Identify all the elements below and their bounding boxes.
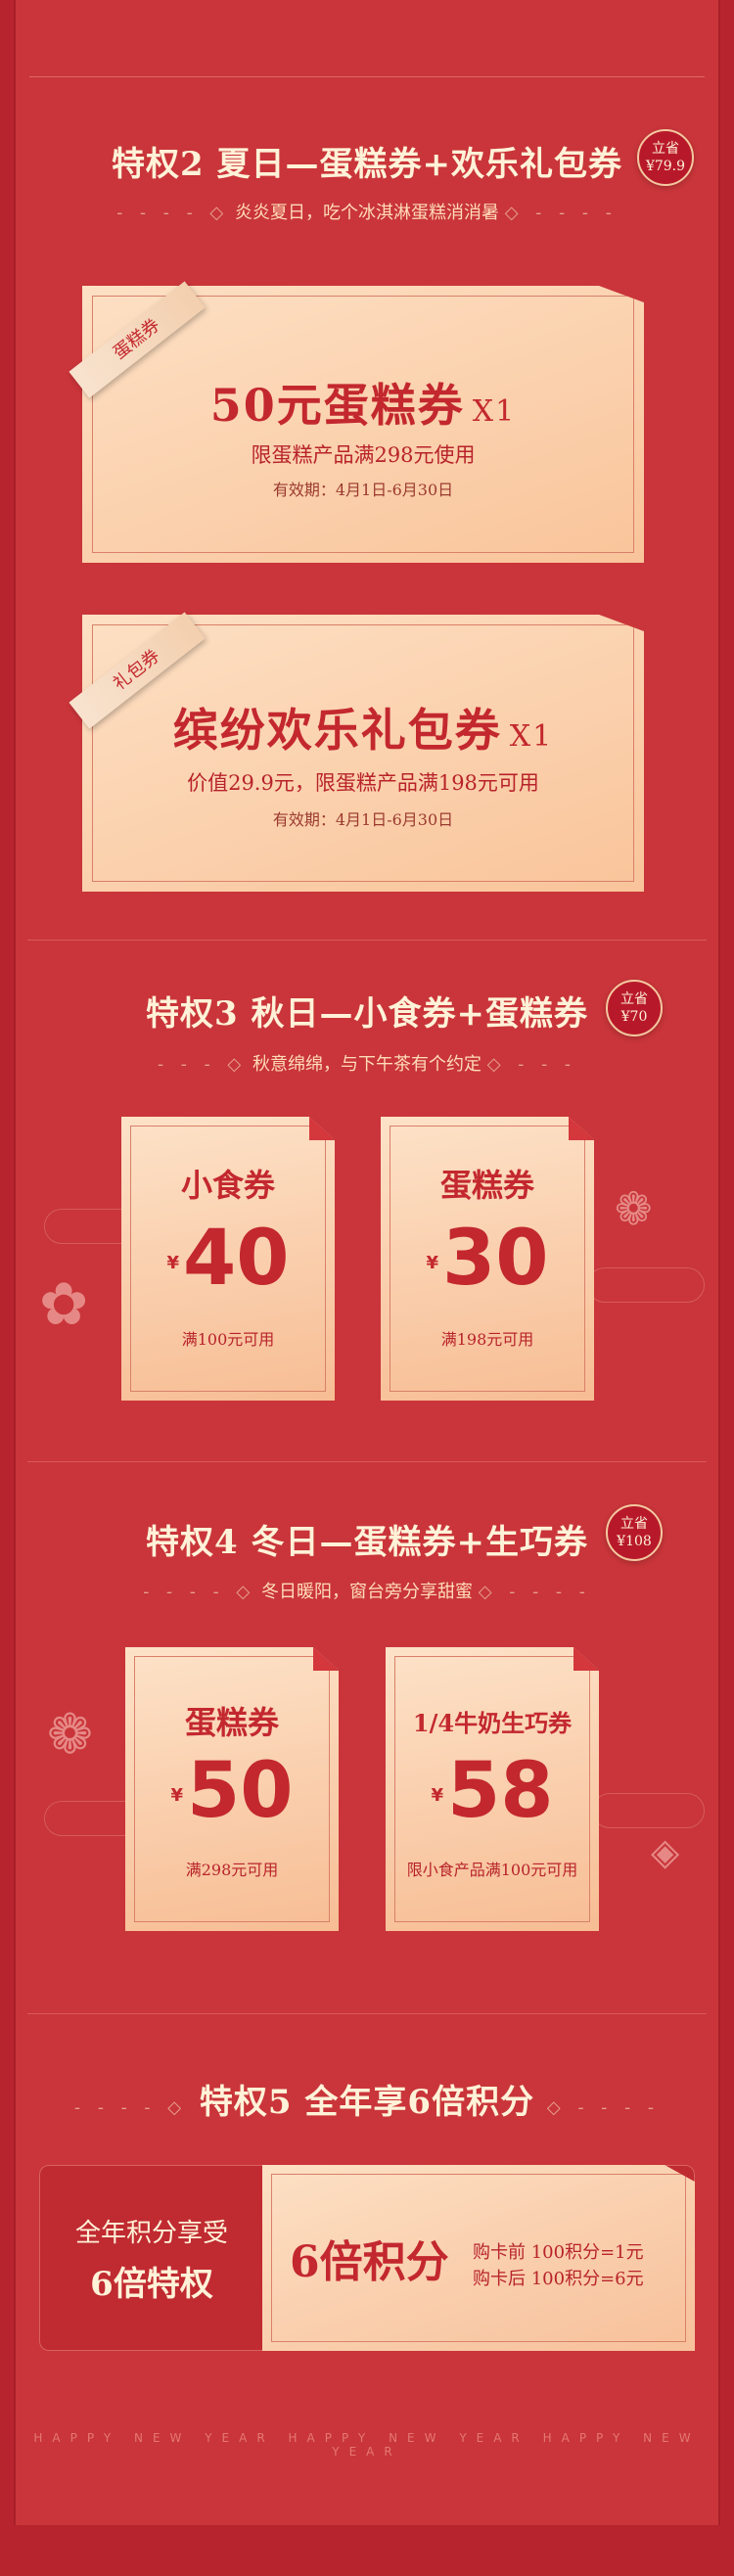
- dash-right: ◇ - - -: [486, 1054, 576, 1075]
- coupon-amount: ¥30: [381, 1215, 594, 1303]
- p2-subtitle-text: 炎炎夏日，吃个冰淇淋蛋糕消消暑: [235, 203, 499, 223]
- p4-subtitle: - - - - ◇ 冬日暖阳，窗台旁分享甜蜜 ◇ - - - -: [0, 1578, 734, 1603]
- dash-right: ◇ - - - -: [504, 203, 618, 223]
- ticket-qty: X1: [509, 719, 554, 754]
- ticket-condition: 价值29.9元，限蛋糕产品满198元可用: [187, 771, 539, 795]
- badge-value: ¥70: [620, 1009, 648, 1025]
- amount-value: 40: [182, 1215, 290, 1303]
- footer-text: HAPPY NEW YEAR HAPPY NEW YEAR HAPPY NEW …: [33, 2431, 701, 2459]
- p3-savings-badge: 立省 ¥70: [606, 980, 663, 1036]
- coupon-condition: 满198元可用: [440, 1330, 534, 1349]
- section-divider: [27, 1461, 707, 1462]
- cloud-decoration: [587, 1267, 705, 1303]
- p4-subtitle-text: 冬日暖阳，窗台旁分享甜蜜: [261, 1582, 473, 1602]
- section-divider: [27, 2013, 707, 2014]
- badge-value: ¥79.9: [645, 159, 686, 174]
- points-panel: 6倍积分 购卡前 100积分=1元 购卡后 100积分=6元: [262, 2165, 695, 2351]
- points-left-text: 全年积分享受 6倍特权: [40, 2213, 263, 2305]
- ticket-name: 缤纷欢乐礼包券 X1: [82, 695, 644, 759]
- yen-sign: ¥: [170, 1785, 183, 1807]
- cloud-decoration: [592, 1793, 705, 1828]
- dash-left: - - - - ◇: [74, 2097, 188, 2118]
- truffle-voucher-card[interactable]: 1/4牛奶生巧券 ¥58 限小食产品满100元可用: [386, 1647, 599, 1931]
- p3-subtitle-text: 秋意绵绵，与下午茶有个约定: [252, 1054, 482, 1075]
- diamond-coin-icon: ◈: [651, 1830, 680, 1873]
- badge-label: 立省: [652, 141, 679, 157]
- coupon-condition: 满298元可用: [185, 1861, 279, 1879]
- coupon-amount: ¥58: [386, 1747, 599, 1835]
- yen-sign: ¥: [431, 1785, 443, 1807]
- coupon-name: 1/4牛奶生巧券: [412, 1709, 573, 1737]
- ticket-validity: 有效期：4月1日-6月30日: [272, 481, 454, 499]
- amount-value: 30: [441, 1215, 549, 1303]
- p2-subtitle: - - - - ◇ 炎炎夏日，吃个冰淇淋蛋糕消消暑 ◇ - - - -: [0, 199, 734, 224]
- points-left-line2: 6倍特权: [90, 2265, 213, 2304]
- coupon-name: 蛋糕券: [439, 1167, 534, 1204]
- p5-title-text: 特权5 全年享6倍积分: [199, 2083, 535, 2122]
- points-rule-2: 购卡后 100积分=6元: [473, 2269, 644, 2289]
- p2-savings-badge: 立省 ¥79.9: [637, 129, 694, 186]
- coupon-name: 小食券: [180, 1167, 275, 1204]
- snack-voucher-card[interactable]: 小食券 ¥40 满100元可用: [121, 1117, 335, 1401]
- plum-flower-icon: ✿: [39, 1270, 89, 1339]
- ticket-validity: 有效期：4月1日-6月30日: [272, 810, 454, 829]
- points-rule-1: 购卡前 100积分=1元: [473, 2242, 644, 2263]
- coupon-name: 蛋糕券: [184, 1704, 279, 1741]
- dash-left: - - - - ◇: [116, 203, 230, 223]
- p5-title: - - - - ◇ 特权5 全年享6倍积分 ◇ - - - -: [0, 2075, 734, 2123]
- coupon-amount: ¥40: [121, 1215, 335, 1303]
- ticket-name-text: 50元蛋糕券: [209, 379, 465, 432]
- section-top-border: [29, 76, 705, 77]
- p4-savings-badge: 立省 ¥108: [606, 1504, 663, 1561]
- points-big-text: 6倍积分: [290, 2237, 449, 2287]
- ticket-condition: 限蛋糕产品满298元使用: [251, 443, 476, 467]
- p3-subtitle: - - - ◇ 秋意绵绵，与下午茶有个约定 ◇ - - -: [0, 1050, 734, 1076]
- flower-icon: ❁: [47, 1703, 93, 1767]
- cake-voucher-card[interactable]: 蛋糕券 ¥30 满198元可用: [381, 1117, 594, 1401]
- yen-sign: ¥: [166, 1253, 179, 1274]
- badge-label: 立省: [620, 991, 648, 1007]
- amount-value: 50: [186, 1747, 294, 1835]
- cake-voucher-card[interactable]: 蛋糕券 ¥50 满298元可用: [125, 1647, 339, 1931]
- dash-right: ◇ - - - -: [546, 2097, 660, 2118]
- coupon-condition: 限小食产品满100元可用: [406, 1861, 578, 1879]
- yen-sign: ¥: [426, 1253, 438, 1274]
- badge-label: 立省: [620, 1516, 648, 1532]
- p2-title: 特权2 夏日—蛋糕券+欢乐礼包券: [112, 145, 622, 184]
- amount-value: 58: [446, 1747, 554, 1835]
- dash-right: ◇ - - - -: [478, 1582, 591, 1602]
- ticket-qty: X1: [472, 394, 517, 429]
- section-divider: [27, 940, 707, 941]
- points-left-line1: 全年积分享受: [74, 2219, 228, 2248]
- dash-left: - - - - ◇: [143, 1582, 256, 1602]
- coupon-condition: 满100元可用: [181, 1330, 275, 1349]
- dash-left: - - - ◇: [158, 1054, 248, 1075]
- flower-icon: ❁: [615, 1182, 653, 1235]
- ticket-name-text: 缤纷欢乐礼包券: [172, 704, 502, 757]
- ticket-name: 50元蛋糕券 X1: [82, 370, 644, 435]
- badge-value: ¥108: [617, 1534, 652, 1549]
- coupon-amount: ¥50: [125, 1747, 339, 1835]
